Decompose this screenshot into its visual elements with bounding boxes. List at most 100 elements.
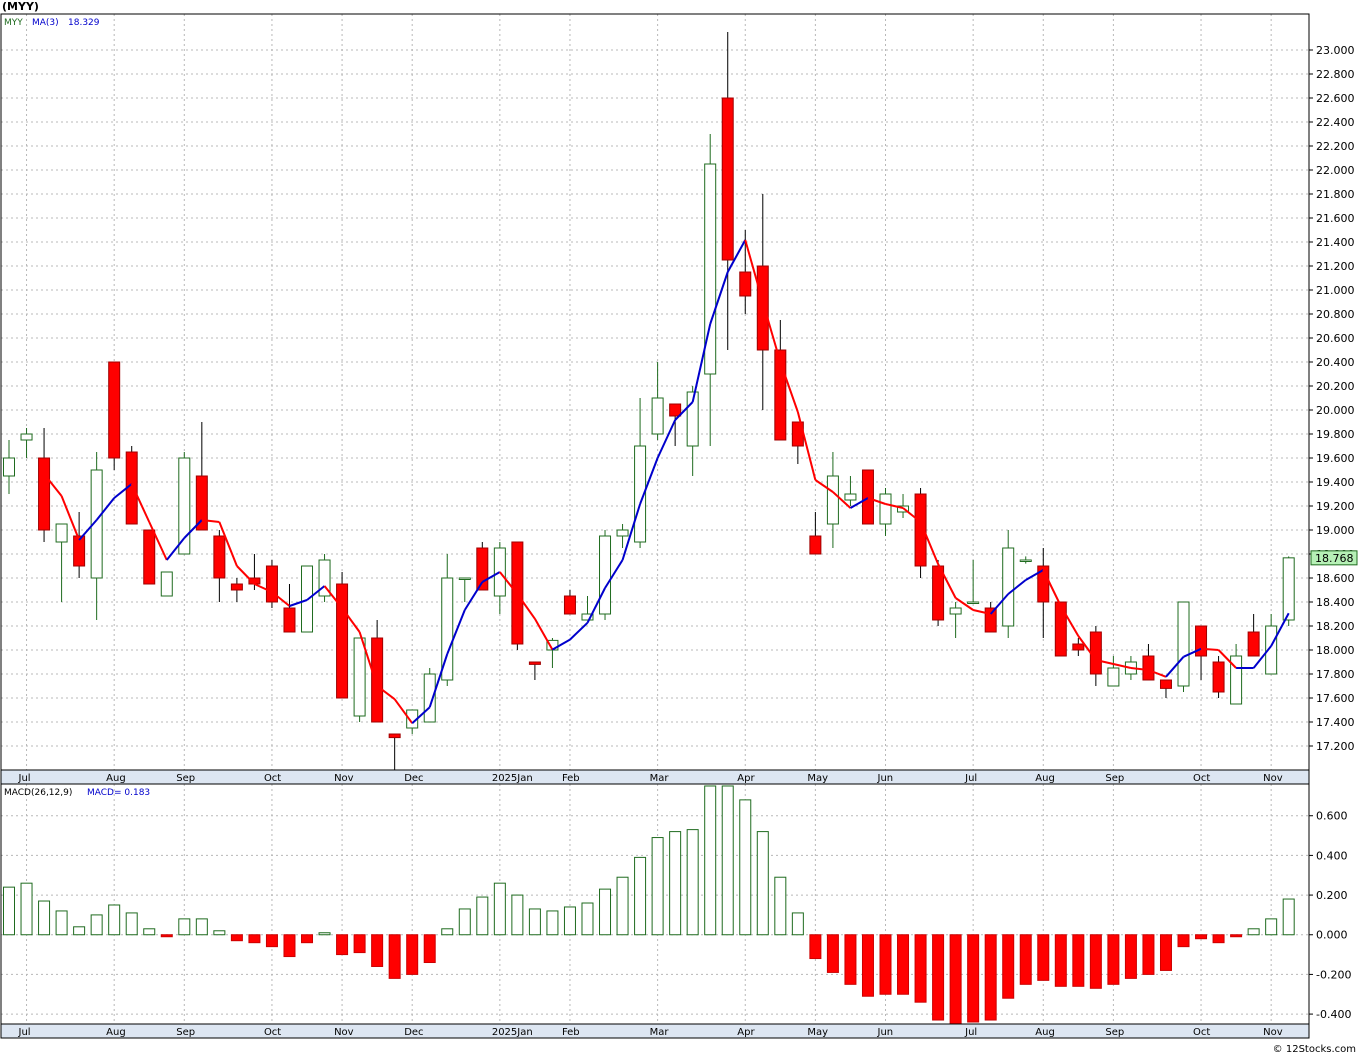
macd-bar-negative bbox=[897, 934, 910, 995]
macd-x-label: Jul bbox=[18, 1027, 31, 1038]
price-y-tick-label: 18.200 bbox=[1316, 620, 1355, 633]
price-x-label: Jul bbox=[18, 773, 31, 784]
macd-x-label: Apr bbox=[737, 1027, 755, 1038]
chart-root: 17.200 17.400 17.600 17.800 18.000 18.200 18.4… bbox=[0, 0, 1360, 1056]
macd-bar-negative bbox=[1019, 934, 1032, 985]
macd-bar-negative bbox=[826, 934, 839, 973]
macd-bar-positive bbox=[178, 918, 191, 936]
candle-down bbox=[1072, 643, 1085, 651]
macd-bar-negative bbox=[967, 934, 980, 1023]
macd-bar-positive bbox=[581, 902, 594, 936]
candle-down bbox=[1247, 631, 1260, 657]
candle-down bbox=[230, 583, 243, 591]
macd-bar-positive bbox=[90, 914, 103, 936]
macd-bar-positive bbox=[721, 785, 734, 936]
price-x-label: Apr bbox=[737, 773, 755, 784]
macd-bar-negative bbox=[1142, 934, 1155, 975]
macd-bar-positive bbox=[143, 928, 156, 936]
macd-bar-positive bbox=[195, 918, 208, 936]
macd-bar-negative bbox=[1089, 934, 1102, 989]
macd-y-tick-label: 0.600 bbox=[1316, 810, 1348, 823]
chart-svg: 17.200 17.400 17.600 17.800 18.000 18.200 18.4… bbox=[0, 0, 1360, 1056]
price-y-tick-label: 22.200 bbox=[1316, 140, 1355, 153]
candle-down bbox=[108, 361, 121, 459]
macd-x-label: Sep bbox=[1105, 1027, 1124, 1038]
candle-up bbox=[967, 601, 980, 604]
macd-bar-negative bbox=[1212, 934, 1225, 944]
macd-bar-negative bbox=[1124, 934, 1137, 979]
macd-bar-positive bbox=[441, 928, 454, 936]
macd-bar-positive bbox=[476, 896, 489, 936]
macd-bar-positive bbox=[3, 886, 15, 936]
candle-down bbox=[721, 97, 734, 261]
watermark: © 12Stocks.com bbox=[1273, 1044, 1356, 1055]
candle-down bbox=[809, 535, 822, 555]
macd-bar-positive bbox=[318, 932, 331, 936]
candle-up bbox=[879, 493, 892, 525]
candle-down bbox=[388, 733, 401, 739]
macd-x-label: 2025Jan bbox=[492, 1027, 533, 1038]
price-y-tick-label: 19.600 bbox=[1316, 452, 1355, 465]
macd-x-label: Oct bbox=[1193, 1027, 1210, 1038]
macd-bar-negative bbox=[844, 934, 857, 985]
last-price-label: 18.768 bbox=[1315, 552, 1354, 565]
candle-down bbox=[1212, 661, 1225, 693]
price-y-tick-label: 20.000 bbox=[1316, 404, 1355, 417]
macd-x-label: Feb bbox=[562, 1027, 580, 1038]
candle-up bbox=[20, 433, 33, 441]
macd-bar-positive bbox=[756, 831, 769, 936]
price-x-label: Sep bbox=[1105, 773, 1124, 784]
candle-up bbox=[1177, 601, 1190, 687]
macd-bar-negative bbox=[1107, 934, 1120, 985]
candle-down bbox=[932, 565, 945, 621]
macd-bar-positive bbox=[563, 906, 576, 936]
price-y-tick-label: 19.000 bbox=[1316, 524, 1355, 537]
candle-down bbox=[563, 595, 576, 615]
candle-up bbox=[353, 637, 366, 717]
price-y-tick-label: 19.400 bbox=[1316, 476, 1355, 489]
macd-bar-positive bbox=[634, 856, 647, 936]
candle-up bbox=[651, 397, 664, 435]
candle-down bbox=[265, 565, 278, 603]
macd-bar-negative bbox=[1195, 934, 1208, 940]
price-y-tick-label: 20.600 bbox=[1316, 332, 1355, 345]
candle-down bbox=[861, 469, 874, 525]
macd-bar-negative bbox=[353, 934, 366, 954]
macd-bar-negative bbox=[809, 934, 822, 960]
macd-bar-positive bbox=[774, 876, 787, 936]
price-x-label: Dec bbox=[404, 773, 423, 784]
candle-up bbox=[1019, 559, 1032, 562]
macd-bar-positive bbox=[791, 912, 804, 936]
price-x-label: Oct bbox=[1193, 773, 1210, 784]
macd-y-tick-label: 0.200 bbox=[1316, 889, 1348, 902]
price-y-tick-label: 19.800 bbox=[1316, 428, 1355, 441]
ma3-segment bbox=[1200, 647, 1219, 651]
macd-bar-negative bbox=[1230, 934, 1243, 938]
macd-bar-negative bbox=[879, 934, 892, 995]
macd-bar-negative bbox=[861, 934, 874, 997]
macd-bar-positive bbox=[528, 908, 541, 936]
macd-bar-positive bbox=[669, 831, 682, 936]
candle-down bbox=[213, 535, 226, 579]
legend-symbol: MYY bbox=[4, 18, 23, 28]
candle-up bbox=[616, 529, 629, 537]
price-y-tick-label: 22.400 bbox=[1316, 116, 1355, 129]
candle-up bbox=[599, 535, 612, 615]
candle-down bbox=[143, 529, 156, 585]
price-x-label: May bbox=[807, 773, 828, 784]
macd-bar-positive bbox=[213, 930, 226, 936]
price-y-tick-label: 17.800 bbox=[1316, 668, 1355, 681]
price-x-label: Aug bbox=[1035, 773, 1055, 784]
macd-bar-negative bbox=[949, 934, 962, 1027]
macd-bar-negative bbox=[230, 934, 243, 942]
candle-down bbox=[371, 637, 384, 723]
price-y-tick-label: 23.000 bbox=[1316, 44, 1355, 57]
macd-bar-negative bbox=[283, 934, 296, 958]
candle-down bbox=[756, 265, 769, 351]
price-x-label: Feb bbox=[562, 773, 580, 784]
candle-up bbox=[1002, 547, 1015, 627]
price-x-label: Aug bbox=[106, 773, 126, 784]
macd-bar-negative bbox=[423, 934, 436, 964]
macd-bar-positive bbox=[73, 926, 86, 936]
candle-down bbox=[1054, 601, 1067, 657]
